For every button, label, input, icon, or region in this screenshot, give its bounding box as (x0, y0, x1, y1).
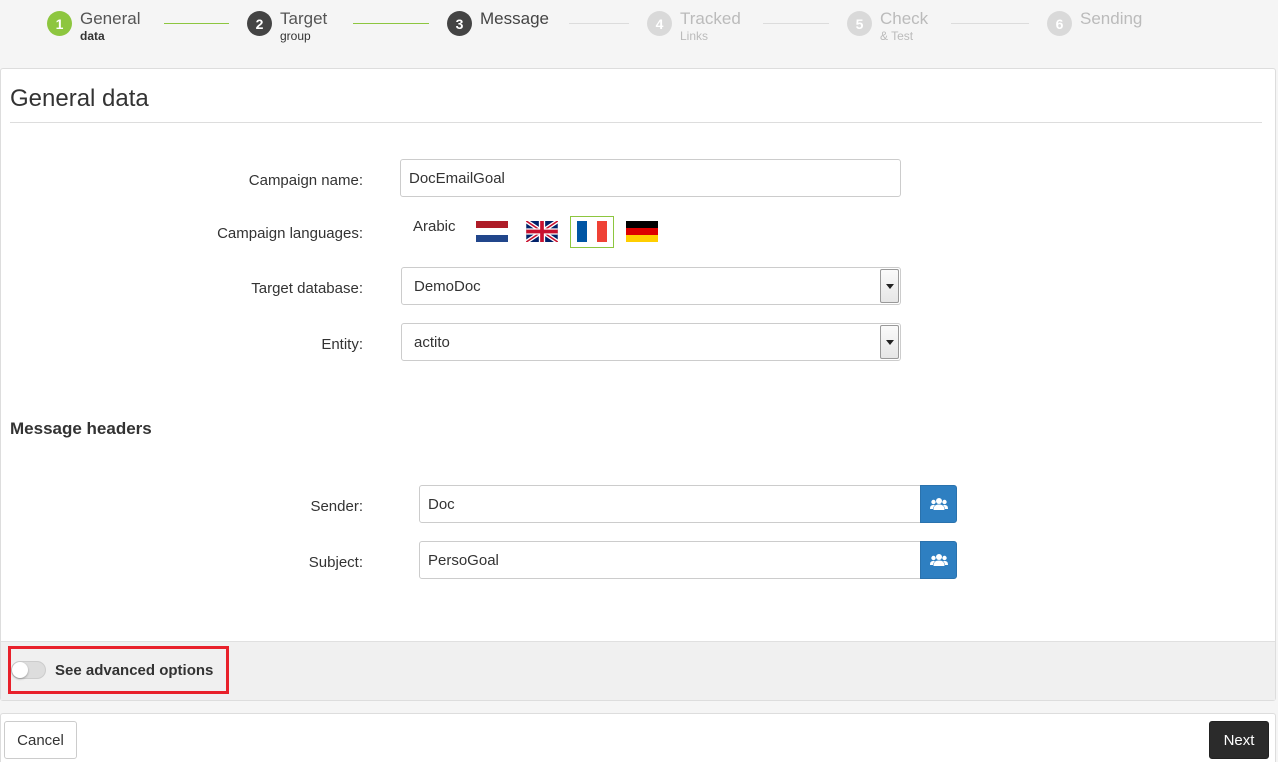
message-headers-title: Message headers (10, 419, 152, 438)
step-label: General (80, 9, 141, 28)
step-tracked-links: 4 Tracked Links (647, 10, 741, 42)
german-flag-icon[interactable] (626, 221, 658, 242)
step-sending: 6 Sending (1047, 10, 1142, 36)
general-data-panel: General data Campaign name: DocEmailGoal… (0, 68, 1276, 701)
step-number: 3 (447, 11, 472, 36)
toggle-knob (12, 662, 28, 678)
chevron-down-icon (885, 339, 894, 345)
step-message[interactable]: 3 Message (447, 10, 549, 36)
step-label: Target (280, 9, 328, 28)
step-number: 2 (247, 11, 272, 36)
campaign-name-input[interactable]: DocEmailGoal (400, 159, 901, 197)
entity-select[interactable]: actito (401, 323, 901, 361)
advanced-options-bar: See advanced options (1, 641, 1275, 700)
sender-input[interactable]: Doc (419, 485, 921, 523)
next-button[interactable]: Next (1209, 721, 1269, 759)
target-database-label: Target database: (251, 280, 363, 297)
step-check-test: 5 Check & Test (847, 10, 928, 42)
users-icon (929, 554, 948, 566)
language-arabic[interactable]: Arabic (413, 218, 456, 235)
step-number: 5 (847, 11, 872, 36)
chevron-down-icon (885, 283, 894, 289)
step-connector (569, 23, 629, 24)
step-sublabel: group (280, 29, 311, 43)
step-label: Sending (1080, 9, 1143, 28)
target-database-select[interactable]: DemoDoc (401, 267, 901, 305)
campaign-name-label: Campaign name: (248, 172, 363, 189)
title-divider (10, 122, 1262, 123)
step-number: 1 (47, 11, 72, 36)
french-flag-icon[interactable] (576, 221, 608, 242)
step-connector (164, 23, 229, 24)
sender-personalize-button[interactable] (920, 485, 957, 523)
page-title: General data (10, 85, 149, 112)
step-number: 4 (647, 11, 672, 36)
advanced-options-label[interactable]: See advanced options (55, 662, 213, 679)
subject-personalize-button[interactable] (920, 541, 957, 579)
step-connector (951, 23, 1029, 24)
subject-input[interactable]: PersoGoal (419, 541, 921, 579)
cancel-button[interactable]: Cancel (4, 721, 77, 759)
users-icon (929, 498, 948, 510)
step-sublabel: Links (680, 29, 709, 43)
dutch-flag-icon[interactable] (476, 221, 508, 242)
step-label: Tracked (680, 9, 741, 28)
entity-value: actito (414, 333, 450, 351)
step-target-group[interactable]: 2 Target group (247, 10, 327, 42)
step-sublabel: & Test (880, 29, 914, 43)
step-sublabel: data (80, 29, 105, 43)
wizard-footer: Cancel Next (0, 713, 1276, 762)
sender-label: Sender: (310, 498, 363, 515)
step-number: 6 (1047, 11, 1072, 36)
wizard-stepper: 1 General data 2 Target group 3 Message … (0, 0, 1278, 68)
advanced-options-toggle[interactable] (11, 661, 46, 679)
subject-label: Subject: (308, 554, 363, 571)
step-label: Check (880, 9, 929, 28)
entity-label: Entity: (321, 336, 363, 353)
step-connector (763, 23, 829, 24)
dropdown-arrow[interactable] (880, 325, 899, 359)
step-connector (353, 23, 429, 24)
campaign-languages-label: Campaign languages: (217, 225, 363, 242)
target-database-value: DemoDoc (414, 277, 481, 295)
step-label: Message (480, 9, 549, 28)
step-general-data[interactable]: 1 General data (47, 10, 140, 42)
uk-flag-icon[interactable] (526, 221, 558, 242)
dropdown-arrow[interactable] (880, 269, 899, 303)
